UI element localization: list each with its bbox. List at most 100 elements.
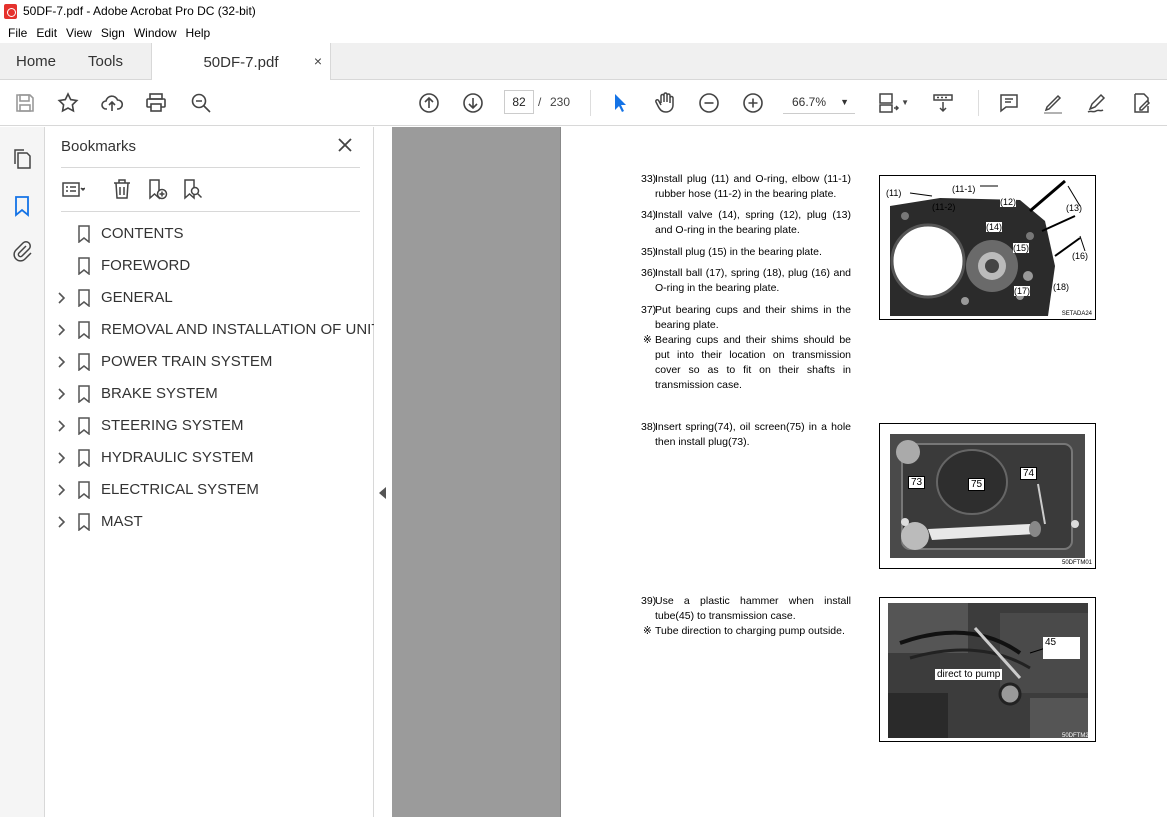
new-bookmark-icon[interactable] — [145, 177, 171, 203]
callout-15: (15) — [1013, 243, 1030, 253]
select-arrow-icon[interactable] — [607, 90, 633, 116]
bookmark-options-icon[interactable] — [61, 177, 87, 203]
toolbar — [0, 80, 1167, 126]
chevron-right-icon[interactable] — [57, 323, 67, 337]
instruction-step: 38) Insert spring(74), oil screen(75) in … — [641, 421, 851, 448]
menu-help[interactable]: Help — [182, 26, 215, 40]
bookmark-item[interactable]: ELECTRICAL SYSTEM — [45, 475, 374, 505]
document-view[interactable]: 33) Install plug (11) and O-ring, elbow (… — [392, 127, 1167, 817]
menu-sign[interactable]: Sign — [97, 26, 129, 40]
bookmark-item[interactable]: CONTENTS — [45, 219, 374, 249]
bookmarks-title: Bookmarks — [61, 138, 137, 155]
collapse-panel-icon[interactable] — [379, 487, 386, 499]
bookmark-item[interactable]: MAST — [45, 507, 374, 537]
chevron-right-icon[interactable] — [57, 387, 67, 401]
close-tab-icon[interactable]: × — [314, 53, 322, 69]
chevron-right-icon[interactable] — [57, 419, 67, 433]
callout-11-2: (11-2) — [932, 202, 956, 212]
bookmark-label: HYDRAULIC SYSTEM — [101, 449, 254, 466]
chevron-right-icon[interactable] — [57, 515, 67, 529]
bookmark-icon — [77, 257, 91, 276]
label-direct-to-pump: direct to pump — [935, 669, 1003, 680]
zoom-dropdown[interactable]: 66.7% ▼ — [783, 90, 855, 114]
tab-tools[interactable]: Tools — [88, 43, 123, 80]
page-total: 230 — [550, 95, 571, 109]
toolbar-divider — [978, 90, 979, 116]
fit-page-icon[interactable]: ▼ — [875, 90, 909, 116]
zoom-search-icon[interactable] — [188, 90, 214, 116]
callout-14: (14) — [986, 222, 1003, 232]
bookmark-item[interactable]: REMOVAL AND INSTALLATION OF UNIT — [45, 315, 381, 345]
page-number-input[interactable]: 82 — [504, 90, 534, 114]
bookmark-item[interactable]: GENERAL — [45, 283, 374, 313]
panel-splitter[interactable] — [374, 127, 392, 817]
figure-tube: 45 direct to pump 50DFTM21 — [879, 597, 1096, 742]
instruction-note: ※ Tube direction to charging pump outside… — [643, 625, 845, 637]
comment-icon[interactable] — [996, 90, 1022, 116]
bookmark-item[interactable]: POWER TRAIN SYSTEM — [45, 347, 374, 377]
callout-12: (12) — [1000, 197, 1017, 207]
bookmark-item[interactable]: HYDRAULIC SYSTEM — [45, 443, 374, 473]
delete-bookmark-icon[interactable] — [110, 177, 136, 203]
find-bookmark-icon[interactable] — [180, 177, 206, 203]
bookmark-label: BRAKE SYSTEM — [101, 385, 218, 402]
bookmark-icon — [77, 481, 91, 500]
instruction-note: ※ Bearing cups and their shims should be … — [643, 334, 851, 391]
chevron-right-icon[interactable] — [57, 355, 67, 369]
bookmark-label: GENERAL — [101, 289, 173, 306]
chevron-right-icon[interactable] — [57, 291, 67, 305]
instruction-step: 37) Put bearing cups and their shims in t… — [641, 304, 851, 331]
next-page-icon[interactable] — [460, 90, 486, 116]
highlight-pen-icon[interactable] — [1040, 90, 1066, 116]
menu-window[interactable]: Window — [130, 26, 181, 40]
close-icon[interactable] — [335, 135, 355, 155]
star-icon[interactable] — [55, 90, 81, 116]
save-icon[interactable] — [12, 90, 38, 116]
bookmark-label: STEERING SYSTEM — [101, 417, 244, 434]
edit-pdf-icon[interactable] — [1128, 90, 1154, 116]
bookmark-panel-icon[interactable] — [10, 194, 34, 218]
page-thumbnails-icon[interactable] — [10, 147, 34, 171]
menu-edit[interactable]: Edit — [32, 26, 61, 40]
hand-tool-icon[interactable] — [652, 90, 678, 116]
bookmark-icon — [77, 289, 91, 308]
chevron-right-icon[interactable] — [57, 483, 67, 497]
instruction-step: 36) Install ball (17), spring (18), plug … — [641, 267, 851, 294]
menu-view[interactable]: View — [62, 26, 96, 40]
pdf-page: 33) Install plug (11) and O-ring, elbow (… — [560, 127, 1167, 817]
bookmarks-panel: Bookmarks CONTENTS FOREWORD GENERAL REMOVAL… — [45, 127, 381, 817]
menu-bar: File Edit View Sign Window Help — [0, 22, 1167, 43]
cloud-upload-icon[interactable] — [99, 90, 125, 116]
previous-page-icon[interactable] — [416, 90, 442, 116]
callout-16: (16) — [1072, 251, 1089, 261]
bookmark-icon — [77, 225, 91, 244]
bookmark-label: MAST — [101, 513, 143, 530]
instruction-step: 39) Use a plastic hammer when install tub… — [641, 595, 851, 622]
bearing-plate-illustration — [890, 179, 1086, 316]
chevron-right-icon[interactable] — [57, 451, 67, 465]
chevron-down-icon: ▼ — [840, 97, 849, 107]
print-icon[interactable] — [143, 90, 169, 116]
bookmark-icon — [77, 385, 91, 404]
attachment-icon[interactable] — [10, 239, 34, 263]
instruction-step: 34) Install valve (14), spring (12), plug… — [641, 209, 851, 236]
bookmark-item[interactable]: FOREWORD — [45, 251, 374, 281]
zoom-in-icon[interactable] — [740, 90, 766, 116]
menu-file[interactable]: File — [4, 26, 31, 40]
label-45: 45 — [1043, 637, 1080, 659]
label-75: 75 — [968, 478, 986, 491]
tab-bar: Home Tools 50DF-7.pdf × — [0, 43, 1167, 81]
tab-document[interactable]: 50DF-7.pdf × — [151, 43, 331, 81]
bookmark-label: FOREWORD — [101, 257, 191, 274]
bookmark-item[interactable]: STEERING SYSTEM — [45, 411, 374, 441]
bookmark-label: REMOVAL AND INSTALLATION OF UNIT — [101, 321, 381, 338]
scroll-mode-icon[interactable] — [930, 90, 956, 116]
bookmark-icon — [77, 353, 91, 372]
toolbar-divider — [590, 90, 591, 116]
sign-icon[interactable] — [1084, 90, 1110, 116]
zoom-out-icon[interactable] — [696, 90, 722, 116]
tab-document-label: 50DF-7.pdf — [203, 53, 279, 71]
bookmark-icon — [77, 417, 91, 436]
bookmark-item[interactable]: BRAKE SYSTEM — [45, 379, 374, 409]
tab-home[interactable]: Home — [16, 43, 56, 80]
